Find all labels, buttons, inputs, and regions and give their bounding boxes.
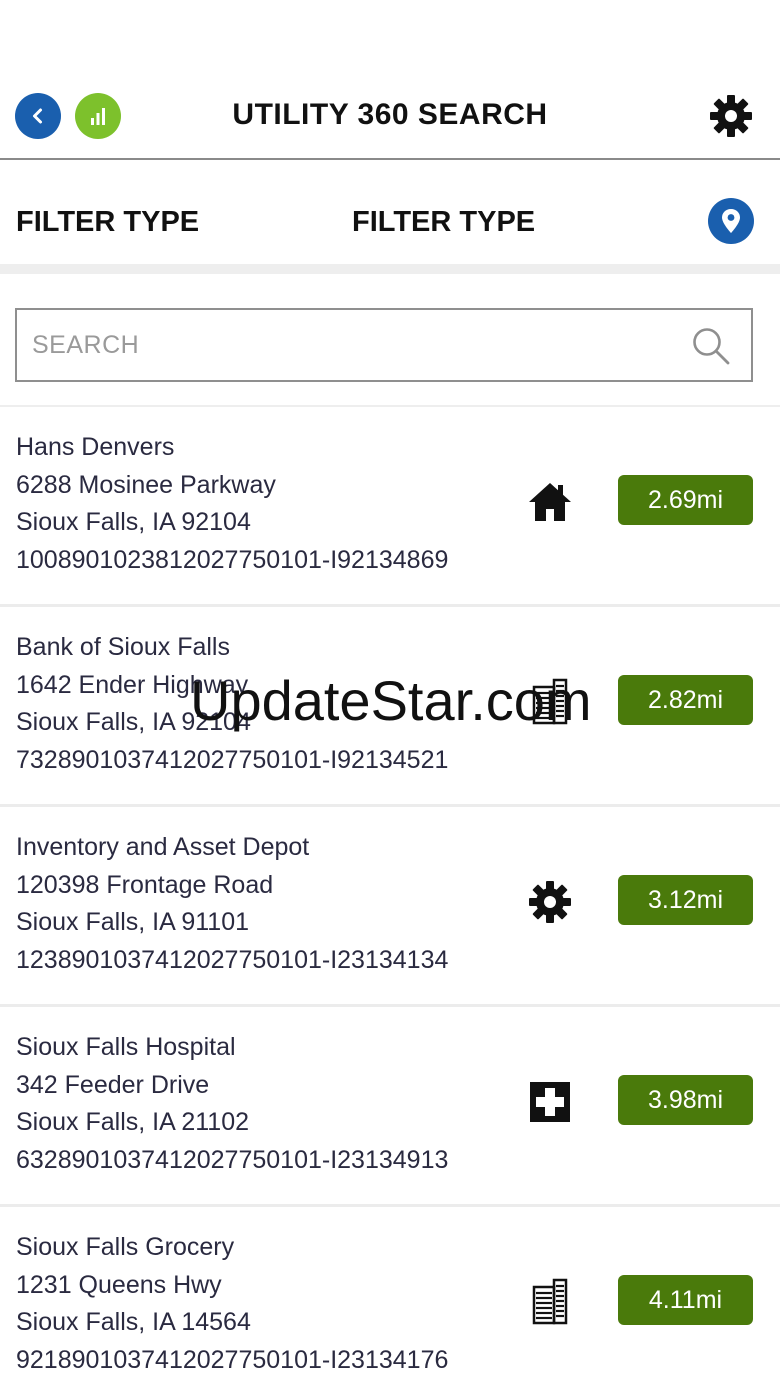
settings-button[interactable] [707, 92, 755, 140]
result-account: 1008901023812027750101-I92134869 [16, 545, 449, 574]
result-name: Inventory and Asset Depot [16, 833, 310, 861]
result-city: Sioux Falls, IA 21102 [16, 1108, 250, 1137]
gear-icon [529, 881, 571, 923]
filter-type-2[interactable]: FILTER TYPE [352, 206, 535, 239]
result-account: 7328901037412027750101-I92134521 [16, 745, 449, 774]
result-street: 342 Feeder Drive [16, 1070, 210, 1099]
result-street: 1231 Queens Hwy [16, 1270, 222, 1299]
map-pin-icon [722, 209, 740, 233]
distance-badge: 2.82mi [618, 675, 753, 725]
medical-cross-icon [530, 1082, 570, 1122]
result-account: 1238901037412027750101-I23134134 [16, 945, 449, 974]
gear-icon [710, 95, 752, 137]
result-city: Sioux Falls, IA 92104 [16, 508, 251, 537]
app-header: UTILITY 360 SEARCH [0, 72, 780, 160]
result-name: Sioux Falls Hospital [16, 1033, 236, 1061]
search-input[interactable] [17, 310, 677, 380]
result-city: Sioux Falls, IA 14564 [16, 1308, 251, 1337]
result-account: 9218901037412027750101-I23134176 [16, 1345, 449, 1374]
list-item[interactable]: Hans Denvers 6288 Mosinee Parkway Sioux … [0, 407, 780, 607]
distance-badge: 3.12mi [618, 875, 753, 925]
building-icon [532, 1278, 568, 1325]
result-street: 1642 Ender Highway [16, 670, 249, 699]
list-item[interactable]: Bank of Sioux Falls 1642 Ender Highway S… [0, 607, 780, 807]
result-name: Sioux Falls Grocery [16, 1233, 235, 1261]
page-title: UTILITY 360 SEARCH [232, 98, 548, 131]
result-street: 120398 Frontage Road [16, 870, 274, 899]
house-icon [529, 483, 571, 521]
list-item[interactable]: Inventory and Asset Depot 120398 Frontag… [0, 807, 780, 1007]
list-item[interactable]: Sioux Falls Grocery 1231 Queens Hwy Siou… [0, 1207, 780, 1387]
filter-bar: FILTER TYPE FILTER TYPE [0, 160, 780, 274]
results-list: Hans Denvers 6288 Mosinee Parkway Sioux … [0, 407, 780, 1387]
distance-badge: 3.98mi [618, 1075, 753, 1125]
result-name: Hans Denvers [16, 433, 175, 461]
result-name: Bank of Sioux Falls [16, 633, 230, 661]
result-city: Sioux Falls, IA 91101 [16, 908, 250, 937]
search-icon[interactable] [691, 326, 731, 366]
search-box [15, 308, 753, 382]
building-icon [532, 678, 568, 725]
distance-badge: 4.11mi [618, 1275, 753, 1325]
result-account: 6328901037412027750101-I23134913 [16, 1145, 449, 1174]
distance-badge: 2.69mi [618, 475, 753, 525]
result-city: Sioux Falls, IA 92104 [16, 708, 251, 737]
location-button[interactable] [708, 198, 754, 244]
result-street: 6288 Mosinee Parkway [16, 470, 276, 499]
filter-type-1[interactable]: FILTER TYPE [16, 206, 199, 239]
list-item[interactable]: Sioux Falls Hospital 342 Feeder Drive Si… [0, 1007, 780, 1207]
